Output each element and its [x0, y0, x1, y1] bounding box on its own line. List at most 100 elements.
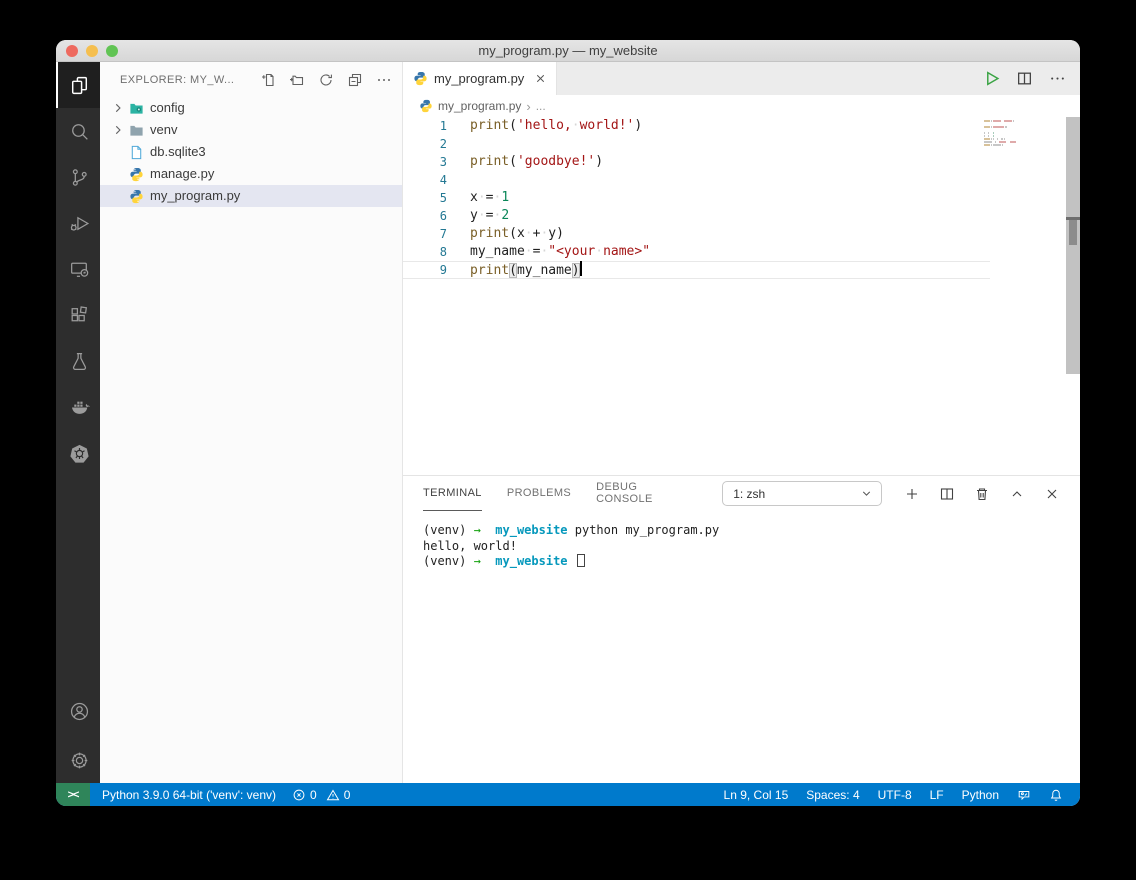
line-number: 2 — [403, 135, 447, 153]
search-icon[interactable] — [56, 108, 100, 154]
editor-scrollbar[interactable] — [1066, 117, 1080, 374]
error-count: 0 — [310, 788, 317, 802]
kubernetes-icon[interactable] — [56, 430, 100, 476]
tree-item-venv[interactable]: venv — [100, 119, 402, 141]
remote-indicator[interactable]: >< — [56, 783, 90, 806]
indentation-status[interactable]: Spaces: 4 — [797, 783, 868, 806]
eol-status[interactable]: LF — [921, 783, 953, 806]
explorer-icon[interactable] — [56, 62, 100, 108]
folder-config-icon — [128, 100, 145, 116]
tab-label: my_program.py — [434, 71, 524, 86]
code-line-2[interactable]: 2 — [403, 135, 990, 153]
line-number: 5 — [403, 189, 447, 207]
tab-terminal[interactable]: TERMINAL — [423, 476, 482, 511]
vscode-window: my_program.py — my_website — [56, 40, 1080, 806]
feedback-icon[interactable] — [1008, 783, 1040, 806]
tab-problems[interactable]: PROBLEMS — [507, 476, 571, 511]
line-number: 8 — [403, 243, 447, 261]
breadcrumb-file: my_program.py — [438, 99, 521, 113]
scrollbar-thumb[interactable] — [1069, 220, 1077, 245]
refresh-icon[interactable] — [318, 72, 334, 88]
terminal-output[interactable]: (venv) → my_website python my_program.py… — [403, 511, 1080, 783]
run-python-file-button[interactable] — [983, 70, 1000, 87]
chevron-right-icon — [110, 144, 126, 160]
error-icon — [292, 788, 306, 802]
tab-my-program[interactable]: my_program.py — [403, 62, 557, 95]
chevron-right-icon — [110, 122, 126, 138]
new-folder-icon[interactable] — [289, 72, 305, 88]
remote-explorer-icon[interactable] — [56, 246, 100, 292]
warning-icon — [326, 788, 340, 802]
tree-item-db.sqlite3[interactable]: db.sqlite3 — [100, 141, 402, 163]
breadcrumb-symbol: ... — [536, 99, 546, 113]
testing-beaker-icon[interactable] — [56, 338, 100, 384]
docker-icon[interactable] — [56, 384, 100, 430]
run-debug-icon[interactable] — [56, 200, 100, 246]
tab-close-icon[interactable] — [532, 71, 548, 87]
breadcrumb[interactable]: my_program.py › ... — [403, 95, 1080, 117]
python-interpreter-status[interactable]: Python 3.9.0 64-bit ('venv': venv) — [90, 783, 284, 806]
python-icon — [413, 71, 428, 86]
tree-item-label: manage.py — [150, 163, 214, 185]
collapse-folders-icon[interactable] — [347, 72, 363, 88]
line-number: 9 — [403, 261, 447, 279]
code-line-6[interactable]: 6y·=·2 — [403, 207, 990, 225]
terminal-line: (venv) → my_website python my_program.py — [423, 523, 1080, 539]
line-number: 4 — [403, 171, 447, 189]
notifications-bell-icon[interactable] — [1040, 783, 1072, 806]
terminal-shell-select[interactable]: 1: zsh — [722, 481, 882, 506]
tree-item-config[interactable]: config — [100, 97, 402, 119]
tree-item-label: my_program.py — [150, 185, 240, 207]
tab-debug-console[interactable]: DEBUG CONSOLE — [596, 476, 697, 511]
code-line-9[interactable]: 9print(my_name) — [403, 261, 990, 279]
python-icon — [128, 166, 145, 182]
zoom-window-button[interactable] — [106, 45, 118, 57]
problems-status[interactable]: 0 0 — [284, 783, 358, 806]
tree-item-my_program.py[interactable]: my_program.py — [100, 185, 402, 207]
source-control-icon[interactable] — [56, 154, 100, 200]
python-icon — [128, 188, 145, 204]
minimize-window-button[interactable] — [86, 45, 98, 57]
editor-more-actions-icon[interactable] — [1049, 70, 1066, 87]
minimap-code — [984, 120, 1048, 146]
cursor-position-status[interactable]: Ln 9, Col 15 — [715, 783, 798, 806]
window-title: my_program.py — my_website — [56, 43, 1080, 58]
close-window-button[interactable] — [66, 45, 78, 57]
titlebar: my_program.py — my_website — [56, 40, 1080, 62]
editor-tab-bar: my_program.py — [403, 62, 1080, 95]
folder-icon — [128, 122, 145, 138]
account-icon[interactable] — [56, 691, 100, 737]
line-number: 1 — [403, 117, 447, 135]
chevron-down-icon — [860, 487, 873, 500]
code-line-1[interactable]: 1print('hello,·world!') — [403, 117, 990, 135]
minimap[interactable] — [984, 120, 1048, 147]
split-terminal-icon[interactable] — [939, 486, 955, 502]
tree-item-label: db.sqlite3 — [150, 141, 206, 163]
code-line-8[interactable]: 8my_name·=·"<your·name>" — [403, 243, 990, 261]
line-number: 6 — [403, 207, 447, 225]
new-terminal-icon[interactable] — [904, 486, 920, 502]
chevron-right-icon — [110, 166, 126, 182]
line-number: 3 — [403, 153, 447, 171]
chevron-right-icon — [110, 100, 126, 116]
more-actions-icon[interactable] — [376, 72, 392, 88]
code-line-7[interactable]: 7print(x·+·y) — [403, 225, 990, 243]
new-file-icon[interactable] — [260, 72, 276, 88]
code-line-5[interactable]: 5x·=·1 — [403, 189, 990, 207]
kill-terminal-icon[interactable] — [974, 486, 990, 502]
code-line-3[interactable]: 3print('goodbye!') — [403, 153, 990, 171]
database-file-icon — [128, 144, 145, 160]
close-panel-icon[interactable] — [1044, 486, 1060, 502]
tree-item-manage.py[interactable]: manage.py — [100, 163, 402, 185]
extensions-icon[interactable] — [56, 292, 100, 338]
code-line-4[interactable]: 4 — [403, 171, 990, 189]
encoding-status[interactable]: UTF-8 — [869, 783, 921, 806]
terminal-line: (venv) → my_website — [423, 554, 1080, 570]
explorer-header-title: EXPLORER: MY_W... — [120, 74, 260, 86]
code-editor[interactable]: 1print('hello,·world!')23print('goodbye!… — [403, 117, 1080, 475]
settings-gear-icon[interactable] — [56, 737, 100, 783]
language-mode-status[interactable]: Python — [953, 783, 1008, 806]
maximize-panel-icon[interactable] — [1009, 486, 1025, 502]
split-editor-icon[interactable] — [1016, 70, 1033, 87]
tree-item-label: venv — [150, 119, 177, 141]
